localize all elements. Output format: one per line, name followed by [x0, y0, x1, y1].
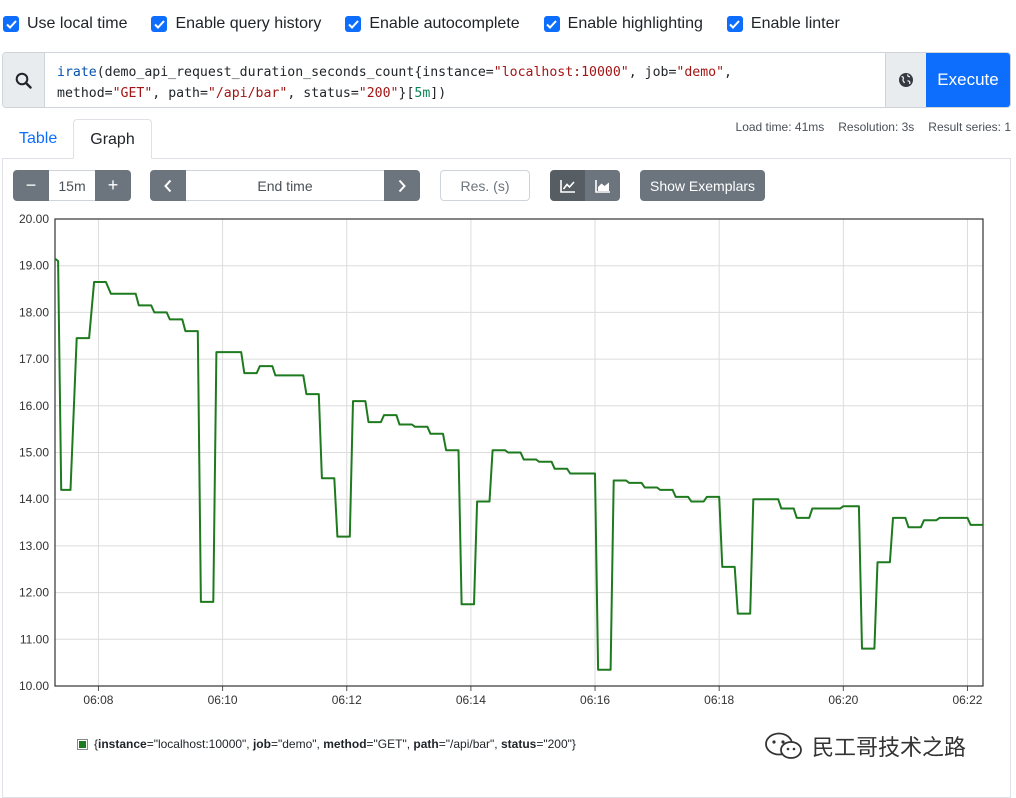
watermark: 民工哥技术之路 [762, 730, 966, 762]
wechat-logo-icon [765, 732, 802, 759]
checkbox-checked-icon[interactable] [151, 16, 168, 32]
option-label: Enable autocomplete [369, 15, 520, 32]
show-exemplars-button[interactable]: Show Exemplars [640, 170, 766, 201]
checkbox-checked-icon[interactable] [726, 16, 743, 32]
resolution-input[interactable]: Res. (s) [440, 170, 530, 201]
y-tick-label: 15.00 [19, 446, 49, 460]
query-label-name: status [303, 86, 351, 101]
y-tick-label: 16.00 [19, 399, 49, 413]
query-range: 5m [414, 86, 431, 101]
legend-swatch [77, 738, 88, 750]
next-time-button[interactable] [384, 170, 420, 201]
y-tick-label: 11.00 [20, 632, 49, 646]
y-tick-label: 14.00 [19, 492, 49, 506]
end-time-input-group: End time [150, 170, 420, 201]
panel-tabs: Table Graph [3, 119, 152, 159]
x-tick-label: 06:18 [704, 693, 734, 707]
x-tick-label: 06:08 [83, 693, 113, 707]
tab-table[interactable]: Table [3, 119, 73, 159]
query-label-name: path [168, 86, 200, 101]
x-tick-label: 06:10 [208, 693, 238, 707]
end-time-input[interactable]: End time [186, 170, 384, 201]
x-tick-label: 06:12 [332, 693, 362, 707]
query-label-name: job [644, 65, 669, 80]
option-label: Use local time [27, 15, 128, 32]
legend-label-key: instance [98, 737, 147, 751]
legend-label-key: method [323, 737, 367, 751]
search-icon [3, 53, 45, 107]
legend-label-value: ="200"} [536, 737, 576, 751]
y-tick-label: 19.00 [19, 259, 49, 273]
execute-button[interactable]: Execute [926, 53, 1010, 107]
chevron-right-icon [398, 179, 406, 192]
query-metric: demo_api_request_duration_seconds_count [104, 65, 415, 80]
legend-label-key: path [413, 737, 439, 751]
legend-label: {instance="localhost:10000", job="demo",… [94, 737, 576, 751]
result-series: Result series: 1 [928, 120, 1011, 134]
option-enable-linter[interactable]: Enable linter [726, 15, 840, 33]
decrease-range-button[interactable]: − [13, 170, 49, 201]
metrics-explorer-globe-icon[interactable] [885, 53, 926, 107]
y-tick-label: 13.00 [19, 539, 49, 553]
legend-label-value: ="localhost:10000", [146, 737, 253, 751]
chevron-left-icon [164, 179, 172, 192]
query-label-value: "200" [358, 86, 399, 101]
legend-label-value: ="demo", [270, 737, 324, 751]
query-label-name: instance [422, 65, 486, 80]
graph-controls: − 15m + End time Res. (s) Show Exemplars [13, 170, 766, 201]
y-tick-label: 17.00 [19, 352, 49, 366]
load-time: Load time: 41ms [735, 120, 825, 134]
option-enable-autocomplete[interactable]: Enable autocomplete [345, 15, 520, 33]
options-bar: Use local time Enable query history Enab… [0, 12, 861, 36]
option-label: Enable query history [175, 15, 322, 32]
checkbox-checked-icon[interactable] [345, 16, 362, 32]
query-label-value: "localhost:10000" [493, 65, 629, 80]
y-tick-label: 20.00 [19, 212, 49, 226]
y-tick-label: 10.00 [19, 679, 49, 693]
query-bar: irate(demo_api_request_duration_seconds_… [2, 52, 1011, 108]
x-tick-label: 06:22 [952, 693, 982, 707]
stacked-chart-button[interactable] [585, 170, 620, 201]
unstacked-chart-button[interactable] [550, 170, 585, 201]
legend-label-value: ="GET", [366, 737, 414, 751]
watermark-text: 民工哥技术之路 [812, 736, 967, 761]
chart-type-toggle [550, 170, 620, 201]
tab-graph[interactable]: Graph [73, 119, 152, 159]
option-label: Enable linter [750, 15, 840, 32]
area-chart-icon [594, 179, 610, 193]
resolution: Resolution: 3s [838, 120, 915, 134]
legend-item[interactable]: {instance="localhost:10000", job="demo",… [77, 737, 576, 751]
option-use-local-time[interactable]: Use local time [3, 15, 127, 33]
range-input-group: − 15m + [13, 170, 131, 201]
query-label-value: "GET" [112, 86, 153, 101]
query-label-value: "demo" [676, 65, 725, 80]
previous-time-button[interactable] [150, 170, 186, 201]
option-enable-highlighting[interactable]: Enable highlighting [543, 15, 703, 33]
query-label-value: "/api/bar" [207, 86, 288, 101]
graph-chart: 10.00 11.00 12.00 13.00 14.00 15.00 16.00 17.00… [19, 212, 984, 707]
checkbox-checked-icon[interactable] [3, 16, 19, 32]
y-tick-label: 12.00 [19, 586, 49, 600]
option-label: Enable highlighting [567, 15, 703, 32]
legend-label-value: ="/api/bar", [438, 737, 501, 751]
legend-label-key: job [252, 737, 271, 751]
query-stats: Load time: 41ms Resolution: 3s Result se… [722, 120, 1011, 134]
x-tick-label: 06:20 [828, 693, 858, 707]
x-tick-label: 06:16 [580, 693, 610, 707]
range-input[interactable]: 15m [49, 170, 95, 201]
y-tick-label: 18.00 [19, 305, 49, 319]
checkbox-checked-icon[interactable] [543, 16, 560, 32]
expression-input[interactable]: irate(demo_api_request_duration_seconds_… [45, 53, 885, 107]
x-tick-label: 06:14 [456, 693, 486, 707]
option-enable-query-history[interactable]: Enable query history [151, 15, 321, 33]
query-function: irate [57, 65, 97, 80]
line-chart-icon [559, 179, 575, 193]
query-label-name: method [57, 86, 105, 101]
legend-label-key: status [500, 737, 537, 751]
increase-range-button[interactable]: + [95, 170, 131, 201]
